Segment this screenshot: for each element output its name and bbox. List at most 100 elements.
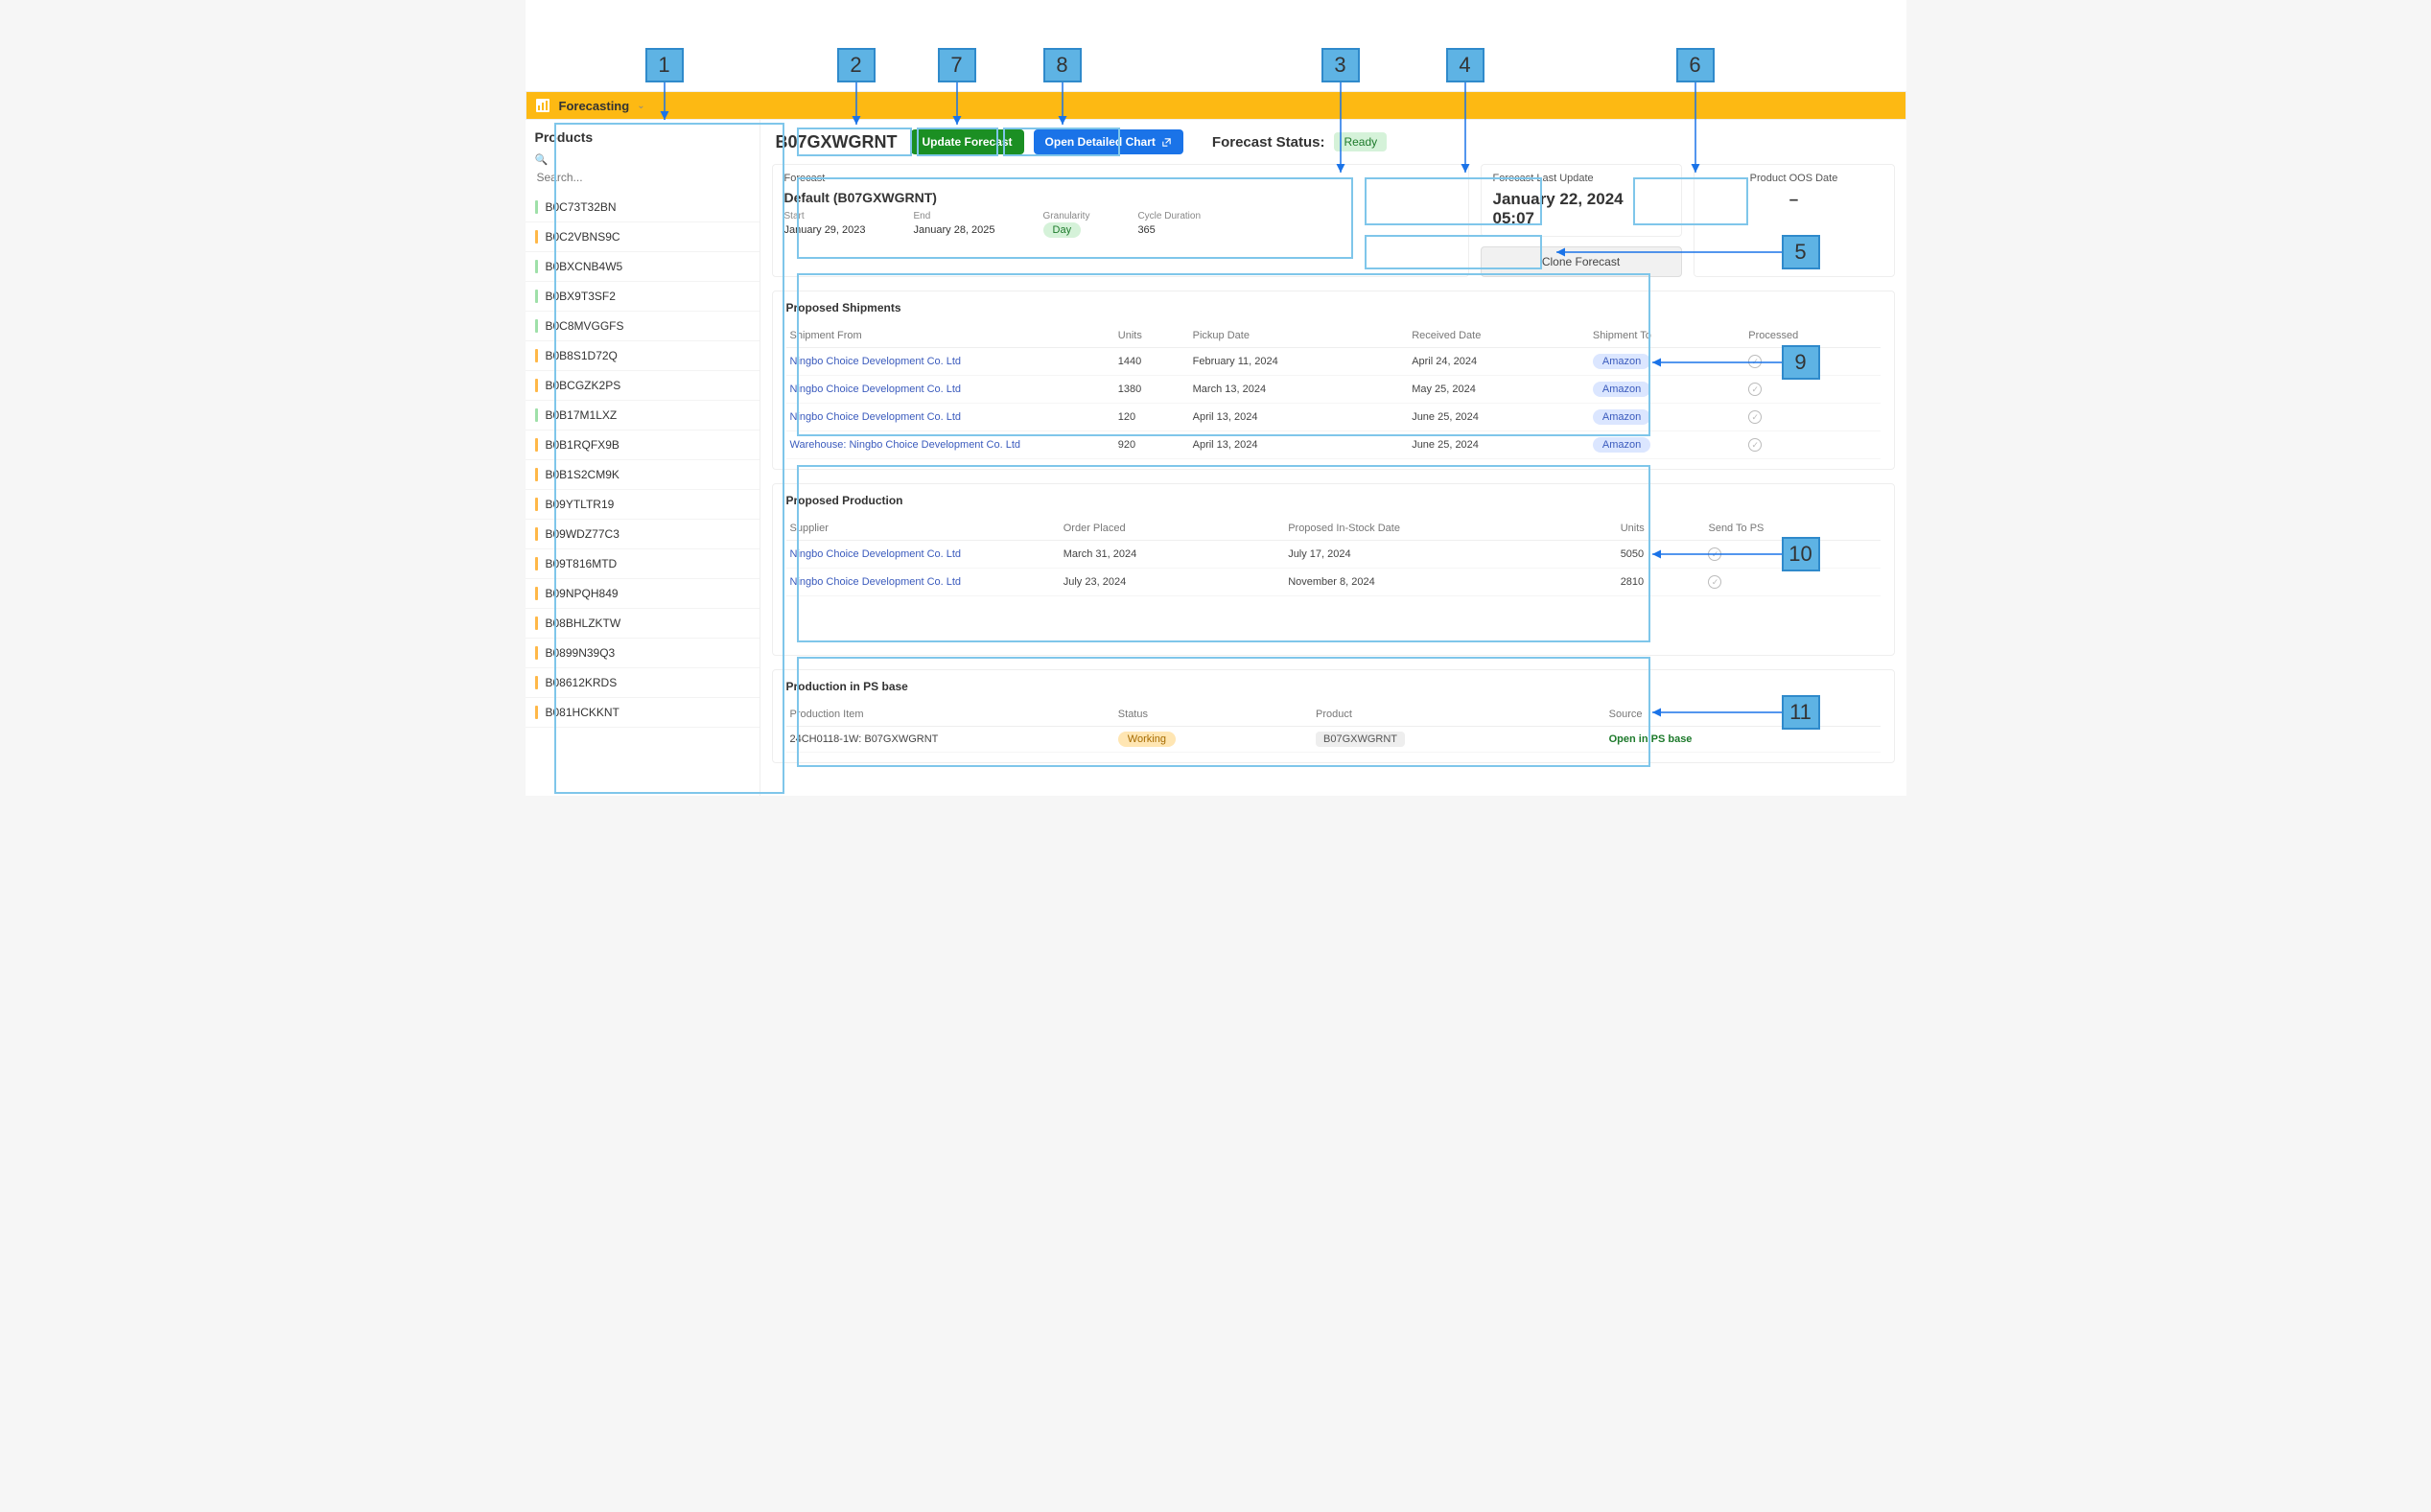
cell-instock: July 17, 2024 [1284, 541, 1617, 569]
product-code: B09T816MTD [546, 557, 618, 570]
table-row: Warehouse: Ningbo Choice Development Co.… [786, 431, 1881, 459]
product-code: B0C73T32BN [546, 200, 617, 214]
col-product: Product [1312, 703, 1605, 727]
send-ps-check-icon[interactable]: ✓ [1708, 575, 1721, 589]
processed-check-icon[interactable]: ✓ [1748, 438, 1762, 452]
processed-check-icon[interactable]: ✓ [1748, 383, 1762, 396]
annotation-1: 1 [645, 48, 684, 82]
processed-check-icon[interactable]: ✓ [1748, 410, 1762, 424]
cell-received: May 25, 2024 [1408, 376, 1589, 404]
open-detailed-chart-button[interactable]: Open Detailed Chart [1034, 129, 1183, 154]
table-row: Ningbo Choice Development Co. Ltd 1380 M… [786, 376, 1881, 404]
psbase-title: Production in PS base [786, 680, 1881, 693]
col-supplier: Supplier [786, 517, 1060, 541]
annotation-8: 8 [1043, 48, 1082, 82]
cell-units: 120 [1114, 404, 1189, 431]
shipment-from-link[interactable]: Ningbo Choice Development Co. Ltd [790, 356, 962, 367]
annotation-5: 5 [1782, 235, 1820, 269]
oos-label: Product OOS Date [1706, 173, 1882, 184]
processed-check-icon[interactable]: ✓ [1748, 355, 1762, 368]
status-bar-icon [535, 319, 538, 333]
cell-pickup: April 13, 2024 [1189, 404, 1409, 431]
sidebar-item-product[interactable]: B09WDZ77C3 [526, 520, 760, 549]
sidebar-item-product[interactable]: B0BXCNB4W5 [526, 252, 760, 282]
cell-pickup: March 13, 2024 [1189, 376, 1409, 404]
clone-forecast-button[interactable]: Clone Forecast [1481, 246, 1682, 277]
product-code: B08612KRDS [546, 676, 618, 689]
annotation-7: 7 [938, 48, 976, 82]
product-code: B09NPQH849 [546, 587, 619, 600]
table-row: Ningbo Choice Development Co. Ltd 120 Ap… [786, 404, 1881, 431]
annotation-4: 4 [1446, 48, 1484, 82]
product-code: B08BHLZKTW [546, 616, 621, 630]
sidebar-item-product[interactable]: B0899N39Q3 [526, 639, 760, 668]
shipment-from-link[interactable]: Warehouse: Ningbo Choice Development Co.… [790, 439, 1021, 451]
cell-received: June 25, 2024 [1408, 404, 1589, 431]
send-ps-check-icon[interactable]: ✓ [1708, 547, 1721, 561]
product-code: B09WDZ77C3 [546, 527, 619, 541]
product-code: B0BX9T3SF2 [546, 290, 616, 303]
status-bar-icon [535, 200, 538, 214]
col-received: Received Date [1408, 324, 1589, 348]
annotation-11: 11 [1782, 695, 1820, 730]
status-bar-icon [535, 438, 538, 452]
cell-order-placed: March 31, 2024 [1060, 541, 1284, 569]
sidebar-item-product[interactable]: B081HCKKNT [526, 698, 760, 728]
product-code: B0BCGZK2PS [546, 379, 621, 392]
sidebar-item-product[interactable]: B0B8S1D72Q [526, 341, 760, 371]
col-status: Status [1114, 703, 1312, 727]
sidebar-search[interactable]: 🔍 [526, 151, 760, 193]
status-bar-icon [535, 527, 538, 541]
sidebar-item-product[interactable]: B0B1RQFX9B [526, 430, 760, 460]
shipment-from-link[interactable]: Ningbo Choice Development Co. Ltd [790, 384, 962, 395]
sidebar-item-product[interactable]: B0C8MVGGFS [526, 312, 760, 341]
sidebar-item-product[interactable]: B0BX9T3SF2 [526, 282, 760, 312]
product-code: B09YTLTR19 [546, 498, 615, 511]
oos-value: – [1706, 190, 1882, 209]
search-icon: 🔍 [535, 154, 549, 166]
table-row: Ningbo Choice Development Co. Ltd 1440 F… [786, 348, 1881, 376]
col-shipment-to: Shipment To [1589, 324, 1744, 348]
sidebar-item-product[interactable]: B09YTLTR19 [526, 490, 760, 520]
sidebar-item-product[interactable]: B08612KRDS [526, 668, 760, 698]
status-bar-icon [535, 468, 538, 481]
sidebar-item-product[interactable]: B0C73T32BN [526, 193, 760, 222]
update-forecast-button[interactable]: Update Forecast [911, 129, 1024, 154]
sidebar-item-product[interactable]: B0B17M1LXZ [526, 401, 760, 430]
cell-units: 5050 [1617, 541, 1705, 569]
cell-units: 1380 [1114, 376, 1189, 404]
forecast-name: Default (B07GXWGRNT) [784, 190, 1457, 205]
table-row: Ningbo Choice Development Co. Ltd July 2… [786, 569, 1881, 596]
start-label: Start [784, 211, 866, 221]
col-units: Units [1114, 324, 1189, 348]
start-value: January 29, 2023 [784, 224, 866, 236]
shipment-from-link[interactable]: Ningbo Choice Development Co. Ltd [790, 411, 962, 423]
supplier-link[interactable]: Ningbo Choice Development Co. Ltd [790, 548, 962, 560]
chevron-down-icon[interactable]: ⌄ [637, 101, 644, 111]
app-root: 1 2 7 8 3 4 6 5 9 10 11 Forecasting ⌄ Pr… [526, 0, 1906, 796]
status-bar-icon [535, 587, 538, 600]
search-input[interactable] [535, 168, 750, 187]
sidebar-item-product[interactable]: B08BHLZKTW [526, 609, 760, 639]
product-code: B0899N39Q3 [546, 646, 616, 660]
product-code: B0B1S2CM9K [546, 468, 619, 481]
sidebar-item-product[interactable]: B0BCGZK2PS [526, 371, 760, 401]
production-table: Supplier Order Placed Proposed In-Stock … [786, 517, 1881, 596]
status-bar-icon [535, 260, 538, 273]
cell-received: April 24, 2024 [1408, 348, 1589, 376]
sidebar-item-product[interactable]: B09NPQH849 [526, 579, 760, 609]
sidebar-item-product[interactable]: B0B1S2CM9K [526, 460, 760, 490]
proposed-shipments-section: Proposed Shipments Shipment From Units P… [772, 291, 1895, 470]
forecast-card: Forecast Default (B07GXWGRNT) StartJanua… [772, 164, 1469, 277]
products-sidebar: Products 🔍 B0C73T32BNB0C2VBNS9CB0BXCNB4W… [526, 120, 760, 796]
product-code: B081HCKKNT [546, 706, 619, 719]
status-bar-icon [535, 557, 538, 570]
supplier-link[interactable]: Ningbo Choice Development Co. Ltd [790, 576, 962, 588]
product-code: B0B17M1LXZ [546, 408, 618, 422]
production-title: Proposed Production [786, 494, 1881, 507]
sidebar-item-product[interactable]: B0C2VBNS9C [526, 222, 760, 252]
open-ps-base-link[interactable]: Open in PS base [1609, 733, 1693, 745]
annotation-10: 10 [1782, 537, 1820, 571]
sidebar-item-product[interactable]: B09T816MTD [526, 549, 760, 579]
status-bar-icon [535, 408, 538, 422]
